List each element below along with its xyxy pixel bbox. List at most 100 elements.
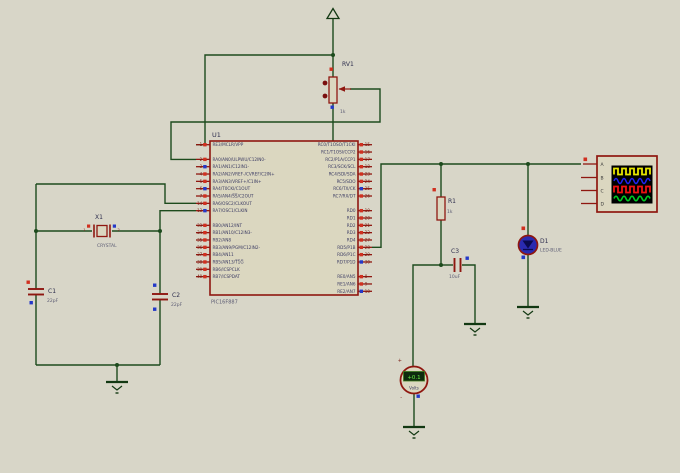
chip-pin-right-20[interactable]: 20 RD1 bbox=[347, 216, 372, 221]
chip-pin-left-35[interactable]: 35 RB2/AN8 bbox=[196, 237, 231, 242]
chip-pin-right-24[interactable]: 24 RC5/SDO bbox=[337, 179, 372, 184]
pin-label: RD6/P1C bbox=[337, 252, 355, 257]
chip-pin-right-30[interactable]: 30 RD7/P1D bbox=[337, 259, 372, 264]
chip-pin-left-6[interactable]: 6 RA4/T0CKI/C1OUT bbox=[196, 186, 251, 191]
pin-number: 36 bbox=[197, 245, 203, 250]
chip-pin-left-5[interactable]: 5 RA3/AN3/VREF+/C1IN+ bbox=[196, 179, 262, 184]
pin-label: RE1/AN6 bbox=[337, 281, 356, 286]
pin-label: RC7/RX/DT bbox=[333, 194, 356, 199]
capacitor-c1[interactable]: C1 22pF bbox=[26, 280, 59, 305]
pin-label: RB2/AN8 bbox=[213, 237, 232, 242]
pin-label: RD5/P1B bbox=[337, 245, 355, 250]
chip-pin-left-33[interactable]: 33 RB0/AN12/INT bbox=[196, 223, 242, 228]
chip-pin-left-2[interactable]: 2 RA0/AN0/ULPWU/C12IN0- bbox=[196, 157, 266, 162]
x1-ref-label: X1 bbox=[95, 214, 103, 221]
chip-pin-left-1[interactable]: 1 RE3/MCLR/VPP bbox=[196, 142, 244, 147]
chip-pin-left-40[interactable]: 40 RB7/ICSPDAT bbox=[196, 274, 240, 279]
pin-number: 19 bbox=[365, 208, 371, 213]
resistor-r1[interactable]: R1 1k bbox=[432, 188, 457, 221]
mcu-u1[interactable]: U1 PIC16F887 1 RE3/MCLR/VPP 2 RA0/AN0/ULPWU… bbox=[196, 131, 372, 306]
chip-pin-left-4[interactable]: 4 RA2/AN2/VREF-/CVREF/C2IN+ bbox=[196, 172, 275, 177]
led-d1[interactable]: D1 LED-BLUE bbox=[517, 226, 562, 260]
chip-pin-right-23[interactable]: 23 RC4/SDI/SDA bbox=[329, 172, 372, 177]
chip-pin-left-39[interactable]: 39 RB6/ICSPCLK bbox=[196, 267, 240, 272]
pin-state-dot bbox=[203, 157, 207, 162]
ground-icon[interactable] bbox=[104, 380, 130, 395]
capacitor-c2[interactable]: C2 22pF bbox=[152, 283, 183, 311]
chip-pin-right-18[interactable]: 18 RC3/SCK/SCL bbox=[328, 164, 372, 169]
pin-number: 14 bbox=[197, 201, 203, 206]
junction-dot bbox=[526, 162, 530, 166]
chip-pin-right-17[interactable]: 17 RC2/P1A/CCP1 bbox=[325, 157, 372, 162]
pin-label: RA2/AN2/VREF-/CVREF/C2IN+ bbox=[213, 172, 276, 177]
pin-label: RD2 bbox=[347, 223, 356, 228]
chip-pin-left-38[interactable]: 38 RB5/AN13/T̅1̅G̅ bbox=[196, 259, 244, 264]
chip-pin-left-36[interactable]: 36 RB3/AN9/PGM/C12IN2- bbox=[196, 245, 261, 250]
potentiometer-rv1[interactable]: RV1 1k bbox=[322, 61, 354, 115]
pin-number: 23 bbox=[365, 172, 371, 177]
ground-icon[interactable] bbox=[401, 425, 427, 440]
chip-pin-right-27[interactable]: 27 RD4 bbox=[347, 237, 372, 242]
chip-pin-right-21[interactable]: 21 RD2 bbox=[347, 223, 372, 228]
pin-state-dot bbox=[203, 186, 207, 191]
chip-ref-label: U1 bbox=[212, 131, 221, 139]
chip-pin-right-19[interactable]: 19 RD0 bbox=[347, 208, 372, 213]
pin-label: RA1/AN1/C12IN1- bbox=[213, 164, 250, 169]
wire-c3-right-to-ground[interactable] bbox=[462, 264, 476, 324]
pin-label: RD7/P1D bbox=[337, 259, 356, 264]
pin-state-dot bbox=[432, 188, 436, 192]
ground-icon[interactable] bbox=[462, 322, 488, 337]
pin-label: RC4/SDI/SDA bbox=[329, 172, 356, 177]
capacitor-c3[interactable]: C3 10uF bbox=[449, 248, 469, 280]
pin-number: 35 bbox=[197, 237, 203, 242]
ground-icon[interactable] bbox=[515, 305, 541, 320]
pin-label: RB0/AN12/INT bbox=[213, 223, 243, 228]
r1-ref-label: R1 bbox=[448, 198, 456, 205]
chip-pin-right-10[interactable]: 10 RE2/AN7 bbox=[337, 289, 372, 294]
pin-state-dot bbox=[359, 216, 363, 220]
wire-rd5-to-scope[interactable] bbox=[372, 163, 581, 248]
pin-label: RB7/ICSPDAT bbox=[213, 274, 241, 279]
chip-pin-right-25[interactable]: 25 RC6/TX/CK bbox=[333, 186, 372, 191]
pin-number: 38 bbox=[197, 259, 203, 264]
junction-dot bbox=[34, 229, 38, 233]
chip-pin-right-26[interactable]: 26 RC7/RX/DT bbox=[333, 194, 372, 199]
pin-state-dot bbox=[203, 201, 207, 206]
chip-part-label: PIC16F887 bbox=[211, 300, 238, 306]
pin-label: RB6/ICSPCLK bbox=[213, 267, 240, 272]
c1-value-label: 22pF bbox=[47, 298, 59, 304]
chip-pin-left-37[interactable]: 37 RB4/AN11 bbox=[196, 252, 234, 257]
chip-pin-right-28[interactable]: 28 RD5/P1B bbox=[337, 245, 372, 250]
wire-osc1-net-to-c2[interactable] bbox=[159, 210, 196, 294]
chip-pin-right-8[interactable]: 8 RE0/AN5 bbox=[337, 274, 372, 279]
pin-label: RC6/TX/CK bbox=[333, 186, 355, 191]
pin-state-dot bbox=[26, 280, 30, 284]
chip-pin-left-7[interactable]: 7 RA5/AN4/S̅S̅/C2OUT bbox=[196, 194, 254, 199]
schematic-svg: U1 PIC16F887 1 RE3/MCLR/VPP 2 RA0/AN0/ULPWU… bbox=[26, 7, 658, 440]
chip-pin-right-29[interactable]: 29 RD6/P1C bbox=[337, 252, 372, 257]
wire-osc2-net[interactable] bbox=[36, 183, 196, 204]
pin-state-dot bbox=[330, 105, 334, 109]
pin-state-dot bbox=[203, 245, 207, 250]
chip-pin-right-16[interactable]: 16 RC1/T1OSI/CCP2 bbox=[321, 150, 372, 155]
chip-pin-right-22[interactable]: 22 RD3 bbox=[347, 230, 372, 235]
chip-pin-left-3[interactable]: 3 RA1/AN1/C12IN1- bbox=[196, 164, 250, 169]
wire-to-voltmeter[interactable] bbox=[412, 264, 441, 367]
pot-terminal-dot bbox=[322, 80, 328, 86]
rv1-value-label: 1k bbox=[340, 109, 346, 115]
chip-pin-right-15[interactable]: 15 RC0/T1OSO/T1CKI bbox=[318, 142, 372, 147]
pin-state-dot bbox=[359, 164, 363, 169]
power-terminal-icon[interactable] bbox=[325, 7, 341, 20]
oscilloscope[interactable]: A B C D bbox=[581, 155, 658, 213]
chip-pin-left-34[interactable]: 34 RB1/AN10/C12IN3- bbox=[196, 230, 252, 235]
chip-pin-left-13[interactable]: 13 RA7/OSC1/CLKIN bbox=[196, 208, 248, 213]
chip-pin-right-9[interactable]: 9 RE1/AN6 bbox=[337, 281, 372, 286]
pin-label: RD0 bbox=[347, 208, 356, 213]
r1-value-label: 1k bbox=[447, 209, 453, 215]
chip-pin-left-14[interactable]: 14 RA6/OSC2/CLKOUT bbox=[196, 201, 252, 206]
voltmeter-reading: +0.1 bbox=[407, 375, 420, 381]
voltmeter-unit-label: Volts bbox=[409, 386, 419, 391]
pin-state-dot bbox=[359, 223, 363, 228]
junction-dot bbox=[331, 53, 335, 57]
pin-label: RB4/AN11 bbox=[213, 252, 235, 257]
